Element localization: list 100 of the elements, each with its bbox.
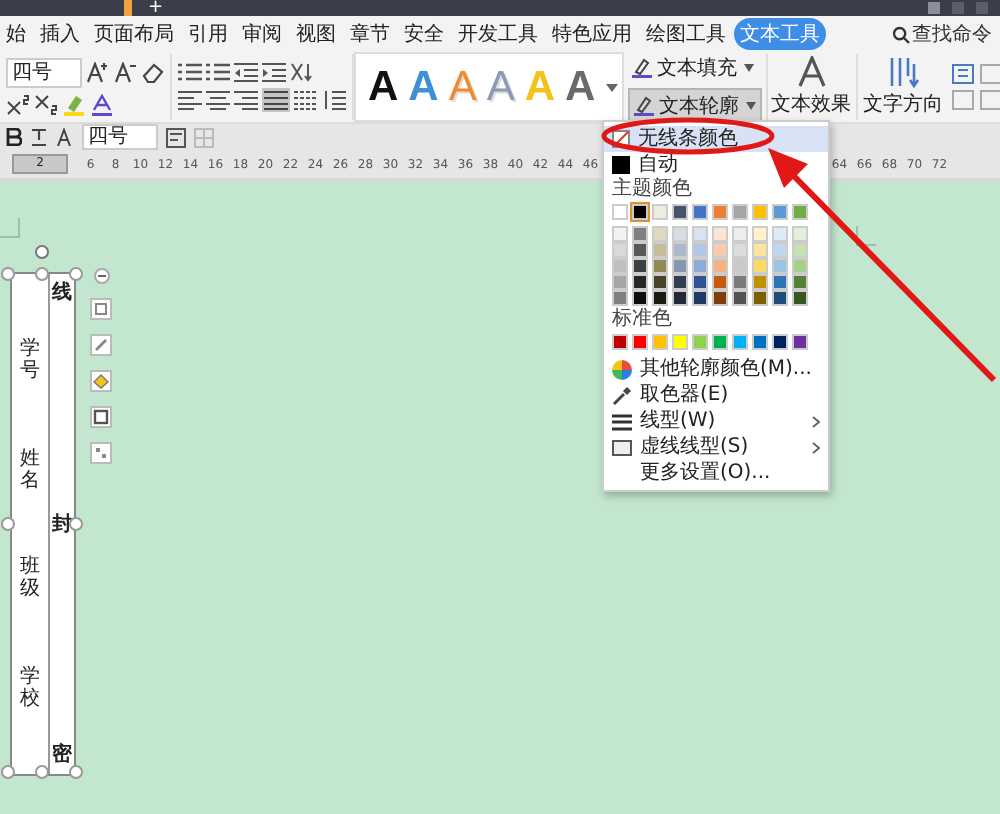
menu-tab[interactable]: 审阅 (236, 18, 288, 50)
grid-icon[interactable] (194, 127, 214, 147)
color-swatch[interactable] (792, 334, 808, 350)
color-swatch[interactable] (772, 290, 788, 306)
menu-tab[interactable]: 章节 (344, 18, 396, 50)
color-swatch[interactable] (692, 242, 708, 258)
color-swatch[interactable] (632, 204, 648, 220)
menu-item[interactable]: 线型(W) (604, 408, 828, 434)
search-field[interactable]: 查找命令 (892, 23, 996, 45)
font-size-field[interactable]: 四号 (6, 58, 82, 88)
color-swatch[interactable] (752, 258, 768, 274)
color-swatch[interactable] (712, 204, 728, 220)
font-color-icon[interactable] (90, 94, 114, 116)
color-swatch[interactable] (652, 258, 668, 274)
menu-item[interactable]: 虚线线型(S) (604, 434, 828, 460)
color-swatch[interactable] (692, 258, 708, 274)
menu-tab[interactable]: 引用 (182, 18, 234, 50)
color-swatch[interactable] (612, 258, 628, 274)
sort-icon[interactable] (290, 62, 314, 82)
align-center-icon[interactable] (206, 90, 230, 110)
menu-tab[interactable]: 开发工具 (452, 18, 544, 50)
collapse-icon[interactable] (93, 268, 109, 284)
eraser-icon[interactable] (142, 62, 164, 84)
color-swatch[interactable] (772, 274, 788, 290)
numbered-list-icon[interactable] (206, 62, 230, 82)
color-swatch[interactable] (712, 258, 728, 274)
color-swatch[interactable] (692, 334, 708, 350)
color-swatch[interactable] (612, 290, 628, 306)
color-swatch[interactable] (772, 204, 788, 220)
color-swatch[interactable] (752, 290, 768, 306)
color-swatch[interactable] (732, 290, 748, 306)
color-swatch[interactable] (612, 226, 628, 242)
wordart-style[interactable]: A (565, 63, 596, 111)
text-tool-button[interactable]: 文本轮廓 (627, 87, 762, 123)
letter-icon[interactable] (56, 128, 74, 146)
window-controls-icon[interactable] (928, 2, 988, 14)
menu-tab[interactable]: 绘图工具 (640, 18, 732, 50)
color-swatch[interactable] (692, 290, 708, 306)
menu-tab[interactable]: 页面布局 (88, 18, 180, 50)
color-swatch[interactable] (632, 242, 648, 258)
menu-tab[interactable]: 始 (0, 18, 32, 50)
menu-item[interactable]: 自动 (604, 152, 828, 178)
color-swatch[interactable] (652, 204, 668, 220)
fill-icon[interactable] (90, 370, 112, 392)
color-swatch[interactable] (632, 226, 648, 242)
color-swatch[interactable] (632, 258, 648, 274)
color-swatch[interactable] (692, 274, 708, 290)
text-tool-button[interactable]: 文本填充 (627, 51, 762, 83)
color-swatch[interactable] (672, 204, 688, 220)
decrease-indent-icon[interactable] (234, 62, 258, 82)
color-swatch[interactable] (652, 274, 668, 290)
color-swatch[interactable] (792, 258, 808, 274)
color-swatch[interactable] (712, 274, 728, 290)
menu-tab[interactable]: 视图 (290, 18, 342, 50)
color-swatch[interactable] (692, 226, 708, 242)
color-swatch[interactable] (612, 242, 628, 258)
align-box-icon[interactable] (951, 90, 974, 110)
subscript-icon[interactable] (34, 94, 58, 116)
underline-icon[interactable] (30, 128, 48, 146)
color-swatch[interactable] (632, 290, 648, 306)
text-direction-button[interactable]: 文字方向 (863, 56, 944, 118)
align-box-icon[interactable] (979, 64, 1000, 84)
color-swatch[interactable] (712, 290, 728, 306)
layout-icon[interactable] (90, 298, 112, 320)
color-swatch[interactable] (772, 226, 788, 242)
color-swatch[interactable] (712, 226, 728, 242)
color-swatch[interactable] (712, 334, 728, 350)
color-swatch[interactable] (672, 258, 688, 274)
align-box-icon[interactable] (951, 64, 974, 84)
menu-tab[interactable]: 安全 (398, 18, 450, 50)
bullet-list-icon[interactable] (178, 62, 202, 82)
color-swatch[interactable] (792, 290, 808, 306)
color-swatch[interactable] (732, 204, 748, 220)
color-swatch[interactable] (792, 242, 808, 258)
superscript-icon[interactable] (6, 94, 30, 116)
menu-item[interactable]: 其他轮廓颜色(M)... (604, 356, 828, 382)
text-box[interactable]: 学号 姓名 班级 学校 线 封 密 (10, 272, 76, 776)
color-swatch[interactable] (672, 334, 688, 350)
menu-item[interactable]: 更多设置(O)... (604, 460, 828, 486)
color-swatch[interactable] (632, 334, 648, 350)
new-tab-button[interactable]: + (140, 0, 172, 16)
color-swatch[interactable] (672, 290, 688, 306)
align-box-icon[interactable] (979, 90, 1000, 110)
pencil-icon[interactable] (90, 334, 112, 356)
align-left-icon[interactable] (178, 90, 202, 110)
color-swatch[interactable] (652, 226, 668, 242)
font-size-field[interactable]: 四号 (82, 124, 158, 150)
color-swatch[interactable] (652, 242, 668, 258)
bold-icon[interactable] (6, 128, 22, 146)
color-swatch[interactable] (772, 258, 788, 274)
color-swatch[interactable] (692, 204, 708, 220)
color-swatch[interactable] (612, 204, 628, 220)
menu-tab[interactable]: 插入 (34, 18, 86, 50)
color-swatch[interactable] (652, 334, 668, 350)
distribute-icon[interactable] (294, 90, 318, 110)
format-icon[interactable] (166, 127, 186, 147)
color-swatch[interactable] (652, 290, 668, 306)
color-swatch[interactable] (752, 334, 768, 350)
color-swatch[interactable] (752, 242, 768, 258)
justify-icon[interactable] (262, 88, 290, 112)
